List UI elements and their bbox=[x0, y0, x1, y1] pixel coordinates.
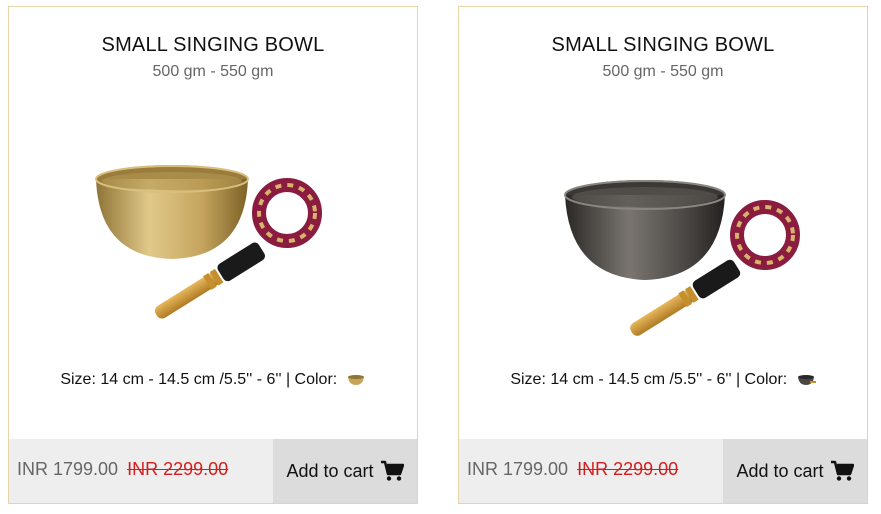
gold-singing-bowl-image[interactable] bbox=[9, 117, 419, 357]
size-color-info: Size: 14 cm - 14.5 cm /5.5'' - 6'' | Col… bbox=[9, 371, 417, 389]
price: INR 1799.00 INR 2299.00 bbox=[467, 459, 678, 480]
product-title[interactable]: SMALL SINGING BOWL bbox=[459, 34, 867, 57]
old-price: INR 2299.00 bbox=[577, 459, 679, 479]
product-footer: INR 1799.00 INR 2299.00 Add to cart bbox=[459, 439, 867, 503]
size-text: Size: 14 cm - 14.5 cm /5.5'' - 6'' | Col… bbox=[510, 371, 788, 388]
cart-icon bbox=[830, 460, 854, 481]
add-to-cart-button[interactable]: Add to cart bbox=[273, 439, 417, 503]
product-footer: INR 1799.00 INR 2299.00 Add to cart bbox=[9, 439, 417, 503]
old-price: INR 2299.00 bbox=[127, 459, 229, 479]
product-weight: 500 gm - 550 gm bbox=[602, 63, 724, 80]
product-card: SMALL SINGING BOWL 500 gm - 550 gm Size:… bbox=[8, 6, 418, 504]
product-title[interactable]: SMALL SINGING BOWL bbox=[9, 34, 417, 57]
black-bowl-icon[interactable] bbox=[796, 374, 816, 386]
add-to-cart-label: Add to cart bbox=[736, 460, 824, 481]
add-to-cart-button[interactable]: Add to cart bbox=[723, 439, 867, 503]
product-card: SMALL SINGING BOWL 500 gm - 550 gm Size:… bbox=[458, 6, 868, 504]
size-text: Size: 14 cm - 14.5 cm /5.5'' - 6'' | Col… bbox=[60, 371, 338, 388]
product-weight: 500 gm - 550 gm bbox=[152, 63, 274, 80]
black-singing-bowl-image[interactable] bbox=[459, 117, 869, 357]
cart-icon bbox=[380, 460, 404, 481]
gold-bowl-icon[interactable] bbox=[346, 374, 366, 386]
size-color-info: Size: 14 cm - 14.5 cm /5.5'' - 6'' | Col… bbox=[459, 371, 867, 389]
price: INR 1799.00 INR 2299.00 bbox=[17, 459, 228, 480]
add-to-cart-label: Add to cart bbox=[286, 460, 374, 481]
current-price: INR 1799.00 bbox=[467, 459, 569, 479]
current-price: INR 1799.00 bbox=[17, 459, 119, 479]
